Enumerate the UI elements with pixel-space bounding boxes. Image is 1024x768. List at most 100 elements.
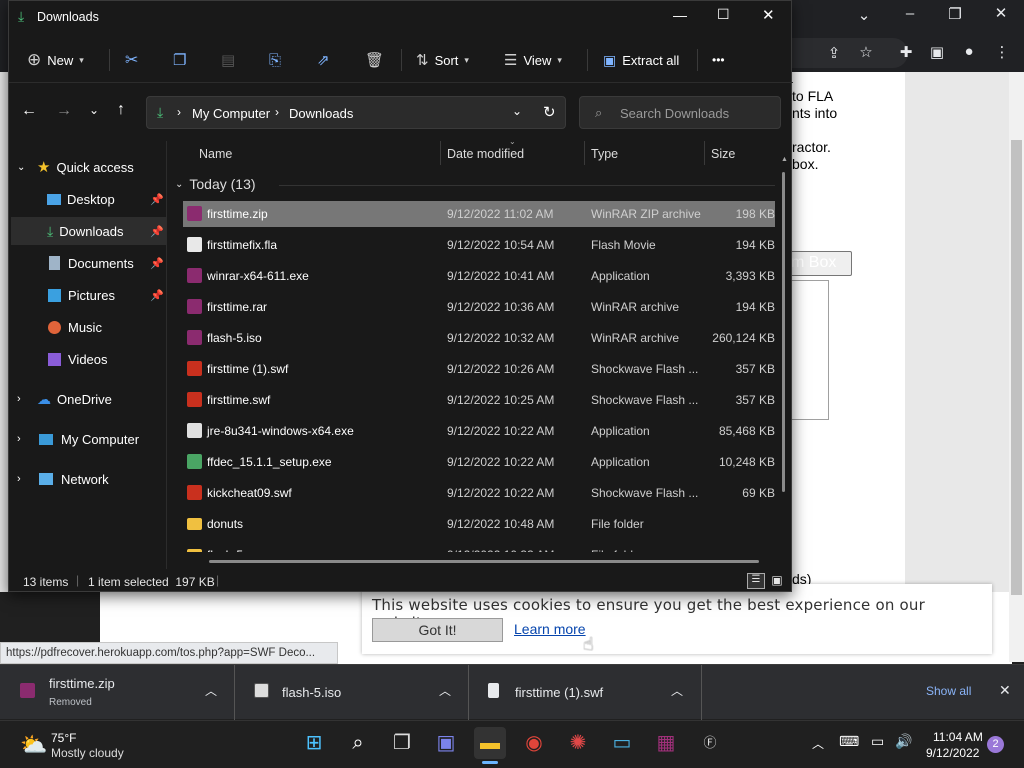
restore-icon[interactable]: ❐ — [943, 5, 967, 23]
start-icon[interactable]: ⊞ — [298, 727, 330, 759]
winrar-icon[interactable]: ▦ — [650, 727, 682, 759]
maximize-icon[interactable]: ☐ — [717, 6, 730, 23]
group-header[interactable]: ⌄ Today (13) — [175, 176, 256, 192]
search-box[interactable]: ⌕ Search Downloads — [579, 96, 781, 129]
close-shelf-icon[interactable]: ✕ — [999, 682, 1011, 699]
list-scrollbar[interactable]: ▲ — [780, 156, 788, 554]
new-button[interactable]: ⊕ New ▾ — [27, 43, 84, 77]
column-type[interactable]: Type — [591, 141, 618, 165]
nav-pictures[interactable]: Pictures 📌 — [9, 281, 167, 309]
column-divider[interactable] — [440, 141, 441, 165]
extensions-icon[interactable]: ✚ — [894, 43, 918, 61]
page-button[interactable]: m Box — [786, 251, 852, 276]
cut-button[interactable]: ✂ — [125, 43, 138, 77]
extract-all-button[interactable]: ▣ Extract all — [603, 43, 679, 77]
download-item[interactable]: firsttime (1).swf ︿ — [470, 665, 702, 720]
column-name[interactable]: Name — [199, 141, 232, 165]
address-bar[interactable] — [790, 38, 908, 68]
refresh-icon[interactable]: ↻ — [543, 103, 556, 121]
network-status-icon[interactable]: ▭ — [871, 733, 884, 750]
file-row[interactable]: flash-5 9/12/2022 10:33 AM File folder — [183, 542, 775, 552]
pin-icon[interactable]: 📌 — [150, 289, 164, 302]
delete-button[interactable]: 🗑 — [365, 43, 384, 77]
breadcrumb-item[interactable]: My Computer — [192, 106, 270, 121]
weather-desc[interactable]: Mostly cloudy — [51, 746, 124, 760]
file-row[interactable]: firsttime.zip 9/12/2022 11:02 AM WinRAR ZI… — [183, 201, 775, 227]
ffdec-icon[interactable]: Ⓕ — [694, 727, 726, 759]
scroll-up-icon[interactable]: ▲ — [781, 156, 788, 163]
view-button[interactable]: ☰ View ▾ — [504, 43, 562, 77]
nav-my-computer[interactable]: › My Computer — [9, 425, 167, 453]
keyboard-icon[interactable]: ⌨ — [839, 733, 859, 750]
nav-music[interactable]: Music — [9, 313, 167, 341]
tray-chevron-up-icon[interactable]: ︿ — [812, 735, 824, 752]
back-arrow-icon[interactable]: ← — [21, 102, 37, 120]
download-item[interactable]: firsttime.zip Removed ︿ — [0, 665, 235, 720]
nav-videos[interactable]: Videos — [9, 345, 167, 373]
file-row[interactable]: kickcheat09.swf 9/12/2022 10:22 AM Shockwa… — [183, 480, 775, 506]
file-explorer-icon[interactable]: ▬ — [474, 727, 506, 759]
nav-desktop[interactable]: Desktop 📌 — [9, 185, 167, 213]
clock-time[interactable]: 11:04 AM — [933, 730, 983, 744]
horizontal-scroll-thumb[interactable] — [209, 560, 759, 563]
paste-button[interactable]: ▤ — [221, 43, 235, 77]
clock-date[interactable]: 9/12/2022 — [926, 746, 979, 760]
more-options-button[interactable]: ••• — [712, 43, 725, 77]
file-row[interactable]: firsttime.swf 9/12/2022 10:25 AM Shockwave… — [183, 387, 775, 413]
nav-quick-access[interactable]: ⌄ ★ Quick access — [9, 153, 167, 181]
file-row[interactable]: firsttime.rar 9/12/2022 10:36 AM WinRAR ar… — [183, 294, 775, 320]
chevron-up-icon[interactable]: ︿ — [439, 682, 451, 699]
address-bar[interactable]: ⤓ › My Computer › Downloads ⌄ ↻ — [146, 96, 566, 129]
list-scroll-thumb[interactable] — [782, 172, 785, 492]
close-icon[interactable]: ✕ — [762, 6, 775, 24]
pin-icon[interactable]: 📌 — [150, 257, 164, 270]
chevron-down-icon[interactable]: ⌄ — [512, 104, 522, 118]
file-row[interactable]: ffdec_15.1.1_setup.exe 9/12/2022 10:22 AM… — [183, 449, 775, 475]
share-icon[interactable]: ⇪ — [822, 44, 846, 62]
file-row[interactable]: winrar-x64-611.exe 9/12/2022 10:41 AM Appl… — [183, 263, 775, 289]
page-scroll-thumb[interactable] — [1011, 140, 1022, 595]
column-divider[interactable] — [704, 141, 705, 165]
got-it-button[interactable]: Got It! — [372, 618, 503, 642]
up-arrow-icon[interactable]: ↑ — [117, 101, 125, 119]
file-row[interactable]: donuts 9/12/2022 10:48 AM File folder — [183, 511, 775, 537]
show-all-button[interactable]: Show all — [926, 684, 971, 698]
copy-button[interactable]: ❐ — [173, 43, 186, 77]
nav-network[interactable]: › Network — [9, 465, 167, 493]
file-row[interactable]: firsttime (1).swf 9/12/2022 10:26 AM Shock… — [183, 356, 775, 382]
column-size[interactable]: Size — [711, 141, 735, 165]
page-textarea[interactable] — [790, 280, 829, 420]
weather-icon[interactable]: ⛅ — [20, 732, 47, 758]
weather-temp[interactable]: 75°F — [51, 731, 76, 745]
chat-icon[interactable]: ▣ — [430, 727, 462, 759]
nav-documents[interactable]: Documents 📌 — [9, 249, 167, 277]
column-divider[interactable] — [584, 141, 585, 165]
flash-app-icon[interactable]: ✺ — [562, 727, 594, 759]
breadcrumb-item[interactable]: Downloads — [289, 106, 353, 121]
chevron-up-icon[interactable]: ︿ — [671, 682, 683, 699]
file-row[interactable]: flash-5.iso 9/12/2022 10:32 AM WinRAR arch… — [183, 325, 775, 351]
chevron-up-icon[interactable]: ︿ — [205, 682, 217, 699]
nav-downloads[interactable]: ⤓ Downloads 📌 — [11, 217, 167, 245]
rename-button[interactable]: ⎘ — [269, 43, 281, 77]
close-browser-icon[interactable]: ✕ — [989, 4, 1013, 22]
bookmark-star-icon[interactable]: ☆ — [854, 43, 878, 61]
app-icon[interactable]: ▭ — [606, 727, 638, 759]
file-row[interactable]: firsttimefix.fla 9/12/2022 10:54 AM Flash … — [183, 232, 775, 258]
learn-more-link[interactable]: Learn more — [514, 621, 586, 637]
sort-button[interactable]: ⇅ Sort ▾ — [416, 43, 469, 77]
search-icon[interactable]: ⌕ — [342, 727, 374, 759]
task-view-icon[interactable]: ❐ — [386, 727, 418, 759]
minimize-icon[interactable]: – — [898, 5, 922, 22]
tiles-view-icon[interactable]: ▣ — [769, 573, 785, 589]
minimize-icon[interactable]: — — [673, 7, 687, 23]
download-item[interactable]: flash-5.iso ︿ — [236, 665, 469, 720]
chevron-down-icon[interactable]: ⌄ — [852, 6, 876, 24]
file-row[interactable]: jre-8u341-windows-x64.exe 9/12/2022 10:22… — [183, 418, 775, 444]
volume-icon[interactable]: 🔊 — [895, 733, 912, 750]
pin-icon[interactable]: 📌 — [150, 193, 164, 206]
recent-chevron-icon[interactable]: ⌄ — [89, 103, 99, 117]
pin-icon[interactable]: 📌 — [150, 225, 164, 238]
profile-icon[interactable]: ● — [957, 43, 981, 60]
notification-badge[interactable]: 2 — [987, 736, 1004, 753]
